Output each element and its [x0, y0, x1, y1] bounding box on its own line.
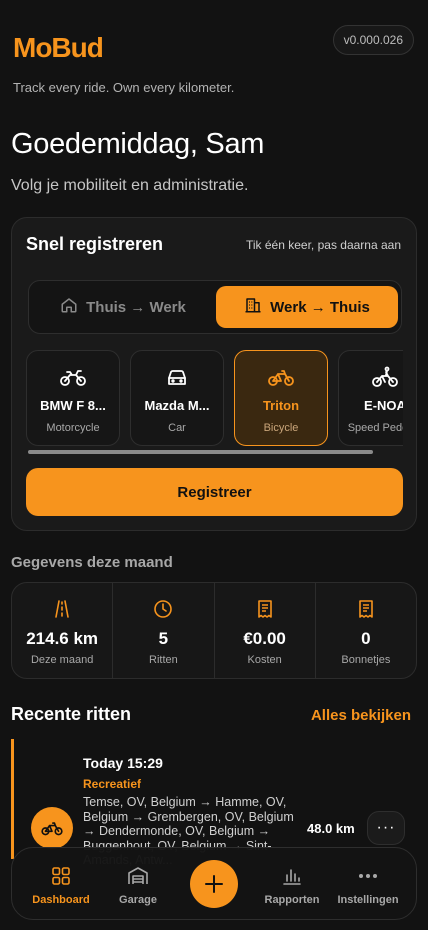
ride-item[interactable]: Today 15:29 Recreatief Temse, OV, Belgiu… — [11, 739, 428, 867]
stat-costs[interactable]: €0.00 Kosten — [215, 583, 316, 678]
quick-register-card: Snel registreren Tik één keer, pas daarn… — [11, 217, 417, 531]
recent-rides-title: Recente ritten — [11, 704, 132, 724]
stat-rides[interactable]: 5 Ritten — [113, 583, 215, 678]
ride-more-button[interactable]: ··· — [367, 811, 405, 845]
vehicle-card-triton[interactable]: Triton Bicycle — [234, 350, 328, 446]
vehicle-name: BMW F 8... — [40, 398, 106, 413]
see-all-link[interactable]: Alles bekijken — [311, 707, 411, 724]
direction-label: Thuis → Werk — [86, 298, 186, 316]
version-badge: v0.000.026 — [332, 25, 414, 55]
receipt-icon — [215, 599, 315, 619]
nav-label: Garage — [119, 894, 157, 906]
stat-label: Deze maand — [30, 654, 94, 666]
nav-label: Instellingen — [337, 894, 399, 906]
vehicle-type: Speed Pedelec — [347, 422, 403, 434]
nav-settings[interactable]: Instellingen — [328, 866, 408, 906]
nav-dashboard[interactable]: Dashboard — [21, 866, 101, 906]
stat-value: €0.00 — [243, 629, 286, 648]
bottom-nav: Dashboard Garage Rapporten Instellingen — [11, 847, 417, 920]
vehicle-card-enoa[interactable]: E-NOA Speed Pedelec — [338, 350, 403, 446]
car-icon — [131, 366, 223, 388]
chart-icon — [252, 866, 332, 888]
ride-distance: 48.0 km — [307, 821, 355, 836]
home-icon — [60, 296, 78, 318]
vehicle-carousel[interactable]: BMW F 8... Motorcycle Mazda M... Car Tri… — [26, 350, 403, 446]
stat-value: 214.6 km — [26, 629, 99, 648]
tagline: Track every ride. Own every kilometer. — [13, 80, 235, 95]
quick-register-hint: Tik één keer, pas daarna aan — [246, 238, 401, 252]
month-stats-title: Gegevens deze maand — [11, 554, 173, 571]
stat-label: Bonnetjes — [341, 654, 391, 666]
stat-label: Kosten — [247, 654, 282, 666]
greeting: Goedemiddag, Sam — [11, 128, 265, 160]
ebike-icon — [339, 366, 403, 388]
receipt-icon — [316, 599, 416, 619]
ride-category: Recreatief — [83, 777, 142, 791]
bicycle-icon — [235, 366, 327, 388]
plus-icon — [205, 875, 223, 893]
clock-icon — [113, 599, 213, 619]
vehicle-name: E-NOA — [364, 398, 403, 413]
vehicle-name: Triton — [262, 398, 300, 413]
direction-toggle: Thuis → Werk Werk → Thuis — [28, 280, 402, 334]
vehicle-card-bmw[interactable]: BMW F 8... Motorcycle — [26, 350, 120, 446]
nav-garage[interactable]: Garage — [98, 866, 178, 906]
road-icon — [12, 599, 112, 619]
motorcycle-icon — [27, 366, 119, 388]
vehicle-type: Motorcycle — [46, 422, 100, 434]
nav-label: Dashboard — [32, 894, 90, 906]
direction-label: Werk → Thuis — [270, 298, 370, 316]
more-icon — [328, 866, 408, 888]
stat-label: Ritten — [149, 654, 178, 666]
app-logo: MoBud — [13, 32, 104, 63]
month-stats: 214.6 km Deze maand 5 Ritten €0.00 Koste… — [11, 582, 417, 679]
nav-reports[interactable]: Rapporten — [252, 866, 332, 906]
grid-icon — [21, 866, 101, 888]
page-subtitle: Volg je mobiliteit en administratie. — [11, 177, 249, 194]
nav-label: Rapporten — [264, 894, 320, 906]
quick-register-title: Snel registreren — [26, 234, 164, 254]
stat-distance[interactable]: 214.6 km Deze maand — [12, 583, 114, 678]
stat-value: 0 — [361, 629, 371, 648]
ride-date: Today 15:29 — [83, 755, 163, 771]
vehicle-card-mazda[interactable]: Mazda M... Car — [130, 350, 224, 446]
direction-work-to-home[interactable]: Werk → Thuis — [216, 286, 398, 328]
bicycle-icon — [31, 807, 73, 849]
stat-receipts[interactable]: 0 Bonnetjes — [316, 583, 416, 678]
stat-value: 5 — [158, 629, 169, 648]
vehicle-type: Car — [168, 422, 186, 434]
carousel-scrollbar[interactable] — [28, 450, 373, 454]
building-icon — [244, 296, 262, 318]
vehicle-name: Mazda M... — [144, 398, 210, 413]
direction-home-to-work[interactable]: Thuis → Werk — [34, 286, 212, 328]
vehicle-type: Bicycle — [263, 422, 299, 434]
garage-icon — [98, 866, 178, 888]
register-button[interactable]: Registreer — [26, 468, 403, 516]
add-ride-button[interactable] — [190, 860, 238, 908]
